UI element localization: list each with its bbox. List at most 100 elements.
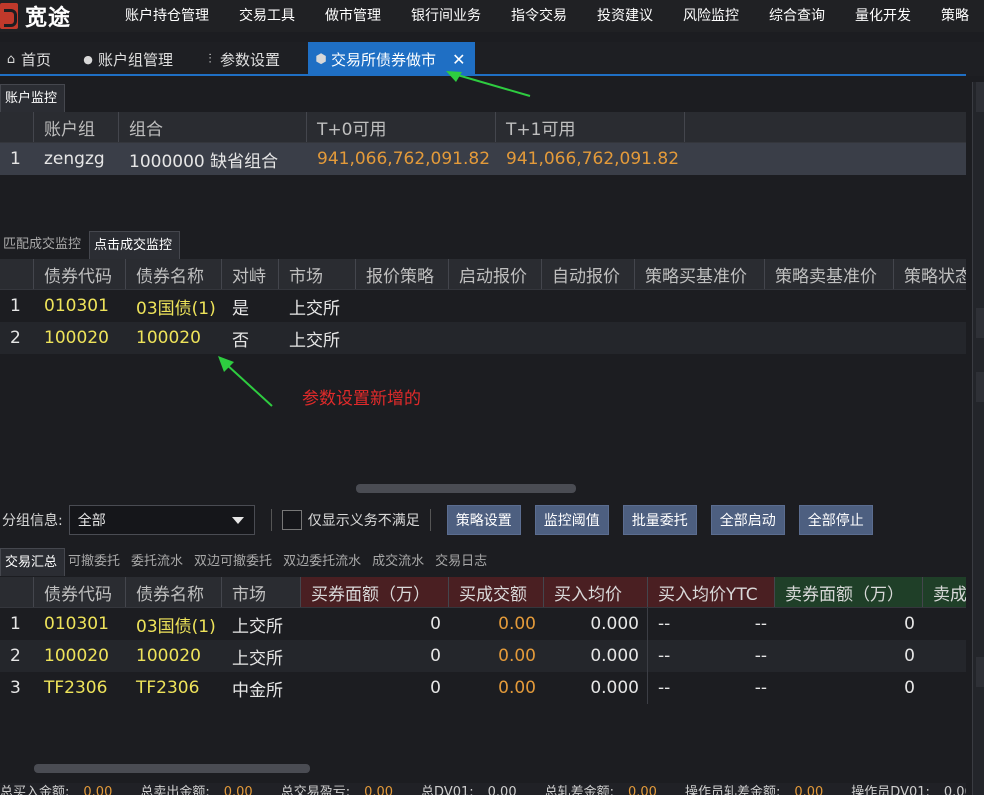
cell-market: 上交所: [289, 330, 340, 351]
menu-query[interactable]: 综合查询: [754, 0, 840, 32]
header-cell[interactable]: T+1可用: [496, 112, 685, 142]
header-cell[interactable]: 市场: [222, 577, 301, 607]
header-cell[interactable]: 债券名称: [126, 259, 222, 289]
cell-sell-face: 0: [904, 678, 915, 698]
cell-buy-avg-price: 0.000: [544, 608, 648, 640]
tab-label: 账户组管理: [98, 50, 174, 69]
cell-account-group: zengzg: [44, 149, 105, 169]
tab-trade-flow[interactable]: 成交流水: [369, 548, 432, 576]
table-row[interactable]: 3 TF2306 TF2306 中金所 0 0.00 0.000 -- -- 0: [0, 672, 966, 704]
table-row[interactable]: 2 100020 100020 否 上交所: [0, 322, 966, 354]
table-row[interactable]: 2 100020 100020 上交所 0 0.00 0.000 -- -- 0: [0, 640, 966, 672]
menu-risk-monitor[interactable]: 风险监控: [668, 0, 754, 32]
tab-cancelable-orders[interactable]: 可撤委托: [65, 548, 128, 576]
trade-summary-table: 债券代码 债券名称 市场 买券面额（万） 买成交额 买入均价 买入均价YTC 卖…: [0, 577, 966, 767]
cell-buy-face: 0: [430, 678, 441, 698]
row-index: 1: [10, 296, 21, 316]
header-cell[interactable]: 组合: [119, 112, 307, 142]
tab-trade-log[interactable]: 交易日志: [432, 548, 495, 576]
menu-trade-tools[interactable]: 交易工具: [224, 0, 310, 32]
cell-t1-available: 941,066,762,091.82: [506, 149, 680, 169]
table-row[interactable]: 1 010301 03国债(1) 是 上交所: [0, 290, 966, 322]
obligation-checkbox[interactable]: [281, 510, 302, 530]
monitor-panel-tabs: 匹配成交监控 点击成交监控: [0, 229, 181, 259]
strategy-settings-button[interactable]: 策略设置: [446, 505, 521, 535]
tab-label: 首页: [21, 50, 52, 69]
tab-home[interactable]: ⌂ 首页: [0, 42, 63, 76]
cell-bond-name: 03国债(1): [136, 616, 216, 637]
cell-market: 上交所: [232, 648, 283, 669]
header-cell[interactable]: 市场: [279, 259, 356, 289]
menu-quant-dev[interactable]: 量化开发: [840, 0, 926, 32]
cell-t0-available: 941,066,762,091.82: [317, 149, 491, 169]
cell-portfolio: 1000000 缺省组合: [129, 151, 279, 172]
header-cell[interactable]: 策略买基准价: [635, 259, 765, 289]
header-cell[interactable]: 买成交额: [449, 577, 544, 607]
menu-investment-advice[interactable]: 投资建议: [582, 0, 668, 32]
row-index: 3: [10, 678, 21, 698]
menu-instruction-trade[interactable]: 指令交易: [496, 0, 582, 32]
obligation-checkbox-label: 仅显示义务不满足: [307, 513, 420, 529]
row-index: 1: [10, 149, 21, 169]
menu-strategy[interactable]: 策略: [926, 0, 984, 32]
header-cell[interactable]: 买入均价: [544, 577, 648, 607]
cell-buy-avg-price: 0.000: [544, 672, 648, 704]
header-cell: [0, 112, 34, 142]
filter-bar: 分组信息: 全部 仅显示义务不满足 策略设置 监控阈值 批量委托 全部启动 全部…: [0, 500, 966, 540]
header-cell[interactable]: 自动报价: [542, 259, 635, 289]
right-side-panel[interactable]: [972, 82, 984, 795]
cell-bond-name: 100020: [136, 328, 201, 348]
trade-horizontal-scrollbar[interactable]: [34, 764, 310, 773]
monitor-horizontal-scrollbar[interactable]: [356, 484, 576, 493]
menu-interbank[interactable]: 银行间业务: [396, 0, 496, 32]
header-cell[interactable]: 债券名称: [126, 577, 222, 607]
divider: [270, 509, 272, 531]
group-select[interactable]: 全部: [68, 505, 255, 535]
header-cell[interactable]: 卖成: [923, 577, 966, 607]
start-all-button[interactable]: 全部启动: [710, 505, 785, 535]
tab-click-trade-monitor[interactable]: 点击成交监控: [89, 231, 181, 259]
header-cell[interactable]: 买券面额（万）: [301, 577, 449, 607]
cell-buy-face: 0: [430, 614, 441, 634]
tab-account-monitor[interactable]: 账户监控: [0, 84, 66, 112]
cell-bond-code: 010301: [44, 296, 109, 316]
tab-params[interactable]: ⫶ 参数设置: [199, 42, 292, 76]
menu-market-making[interactable]: 做市管理: [310, 0, 396, 32]
table-row[interactable]: 1 010301 03国债(1) 上交所 0 0.00 0.000 -- -- …: [0, 608, 966, 640]
cell-bond-name: TF2306: [136, 678, 200, 698]
batch-order-button[interactable]: 批量委托: [622, 505, 697, 535]
header-cell[interactable]: 债券代码: [34, 259, 126, 289]
group-select-value: 全部: [77, 513, 106, 529]
logo-text: 宽途: [25, 6, 72, 31]
cell-hedge: 是: [232, 298, 249, 319]
tab-bilateral-cancelable[interactable]: 双边可撤委托: [191, 548, 280, 576]
cell-buy-ytc: -- --: [658, 614, 767, 634]
header-cell[interactable]: 策略卖基准价: [765, 259, 894, 289]
row-index: 2: [10, 328, 21, 348]
header-cell[interactable]: 策略状态: [894, 259, 966, 289]
header-cell[interactable]: 对峙: [222, 259, 279, 289]
cell-buy-ytc: -- --: [658, 646, 767, 666]
header-cell[interactable]: T+0可用: [307, 112, 496, 142]
cube-icon: ⬢: [315, 51, 327, 67]
cell-market: 上交所: [289, 298, 340, 319]
cell-buy-amount: 0.00: [498, 614, 536, 634]
stop-all-button[interactable]: 全部停止: [798, 505, 873, 535]
tab-match-trade-monitor[interactable]: 匹配成交监控: [0, 231, 89, 259]
tab-order-flow[interactable]: 委托流水: [128, 548, 191, 576]
header-cell[interactable]: 买入均价YTC: [648, 577, 775, 607]
cell-buy-face: 0: [430, 646, 441, 666]
tab-trade-summary[interactable]: 交易汇总: [0, 548, 66, 576]
header-cell[interactable]: 启动报价: [449, 259, 542, 289]
header-cell[interactable]: 账户组: [34, 112, 119, 142]
tab-account-group[interactable]: ● 账户组管理: [77, 42, 185, 76]
header-cell[interactable]: 报价策略: [356, 259, 449, 289]
tab-bilateral-order-flow[interactable]: 双边委托流水: [280, 548, 369, 576]
app-logo: 宽途: [0, 0, 110, 32]
monitor-threshold-button[interactable]: 监控阈值: [534, 505, 609, 535]
table-header: 债券代码 债券名称 对峙 市场 报价策略 启动报价 自动报价 策略买基准价 策略…: [0, 259, 966, 290]
header-cell[interactable]: 卖券面额（万）: [775, 577, 923, 607]
menu-account-position[interactable]: 账户持仓管理: [110, 0, 224, 32]
header-cell[interactable]: 债券代码: [34, 577, 126, 607]
table-row[interactable]: 1 zengzg 1000000 缺省组合 941,066,762,091.82…: [0, 143, 966, 175]
